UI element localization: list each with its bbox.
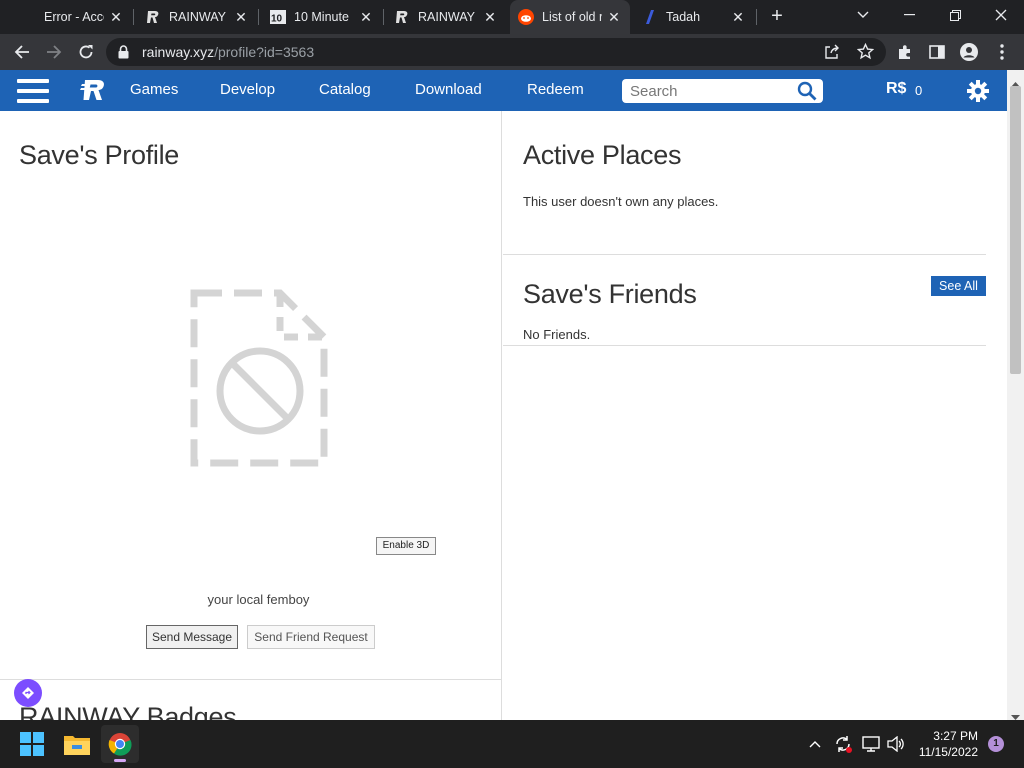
tab-separator [258, 9, 259, 25]
url-path: /profile?id=3563 [214, 44, 315, 60]
tab-title: Error - Access denied [44, 10, 104, 24]
volume-icon[interactable] [885, 730, 907, 758]
file-explorer-icon[interactable] [63, 730, 91, 758]
send-message-button[interactable]: Send Message [146, 625, 238, 649]
browser-tab-strip: Error - Access denied ✕ RAINWAY - Profil… [0, 0, 1024, 34]
system-clock[interactable]: 3:27 PM 11/15/2022 [912, 728, 978, 760]
share-icon[interactable] [824, 44, 840, 65]
clock-date: 11/15/2022 [918, 745, 978, 759]
tab-separator [133, 9, 134, 25]
notification-badge[interactable]: 1 [988, 736, 1004, 752]
tadah-logo-icon [642, 9, 658, 25]
browser-tab[interactable]: RAINWAY - Profile ✕ [145, 0, 257, 34]
windows-start-icon[interactable] [18, 730, 46, 758]
minimize-icon[interactable] [886, 0, 932, 30]
browser-tab[interactable]: Error - Access denied ✕ [20, 0, 132, 34]
nav-link-catalog[interactable]: Catalog [319, 81, 371, 98]
floating-assistant-icon[interactable] [14, 679, 42, 707]
tab-separator [383, 9, 384, 25]
tab-title: List of old roblox [542, 10, 602, 24]
active-places-title: Active Places [523, 140, 682, 170]
network-icon[interactable] [860, 730, 882, 758]
browser-tab[interactable]: Tadah ✕ [642, 0, 754, 34]
places-empty-text: This user doesn't own any places. [523, 194, 719, 209]
profile-column: Save's Profile Enable 3D your local femb… [0, 111, 502, 720]
hamburger-menu-icon[interactable] [17, 79, 49, 103]
section-divider [503, 345, 986, 346]
scrollbar-thumb[interactable] [1010, 86, 1021, 374]
profile-title: Save's Profile [19, 140, 180, 170]
sync-status-icon[interactable] [832, 730, 854, 758]
profile-avatar-icon[interactable] [957, 40, 981, 64]
bookmark-star-icon[interactable] [856, 42, 875, 65]
avatar-unavailable-icon [190, 289, 330, 467]
rainway-logo-icon [145, 9, 161, 25]
nav-link-download[interactable]: Download [415, 81, 482, 98]
friends-title: Save's Friends [523, 279, 697, 309]
close-tab-icon[interactable]: ✕ [233, 9, 249, 25]
close-tab-icon[interactable]: ✕ [358, 9, 374, 25]
close-tab-icon[interactable]: ✕ [482, 9, 498, 25]
address-bar[interactable]: rainway.xyz/profile?id=3563 [106, 38, 886, 66]
reload-icon[interactable] [74, 40, 98, 64]
nav-link-redeem[interactable]: Redeem [527, 81, 584, 98]
search-input[interactable] [630, 81, 790, 101]
svg-text:10: 10 [271, 14, 283, 25]
robux-currency-icon[interactable]: R$ [886, 80, 906, 98]
reddit-logo-icon [518, 9, 534, 25]
extensions-icon[interactable] [893, 40, 917, 64]
browser-tab[interactable]: RAINWAY - Home ✕ [394, 0, 506, 34]
gear-icon[interactable] [966, 79, 990, 103]
tab-separator [756, 9, 757, 25]
forward-icon[interactable] [42, 40, 66, 64]
restore-icon[interactable] [932, 0, 978, 30]
section-divider [503, 254, 986, 255]
blank-favicon-icon [20, 9, 36, 25]
close-tab-icon[interactable]: ✕ [108, 9, 124, 25]
sidebar-column: Active Places This user doesn't own any … [503, 111, 1007, 720]
browser-tab[interactable]: 10 10 Minute Mail ✕ [270, 0, 382, 34]
search-box [622, 79, 823, 103]
browser-toolbar: rainway.xyz/profile?id=3563 [0, 34, 1024, 70]
site-navbar: Games Develop Catalog Download Redeem R$… [0, 70, 1007, 111]
page-content: Save's Profile Enable 3D your local femb… [0, 111, 1007, 720]
nav-link-develop[interactable]: Develop [220, 81, 275, 98]
send-friend-request-button[interactable]: Send Friend Request [247, 625, 375, 649]
url-text: rainway.xyz/profile?id=3563 [142, 44, 314, 60]
back-icon[interactable] [10, 40, 34, 64]
close-tab-icon[interactable]: ✕ [730, 9, 746, 25]
side-panel-icon[interactable] [925, 40, 949, 64]
enable-3d-button[interactable]: Enable 3D [376, 537, 436, 555]
new-tab-icon[interactable]: + [767, 6, 787, 27]
windows-taskbar: 3:27 PM 11/15/2022 1 [0, 720, 1024, 768]
url-host: rainway.xyz [142, 44, 215, 60]
close-window-icon[interactable] [978, 0, 1024, 30]
nav-link-games[interactable]: Games [130, 81, 178, 98]
ten-minute-mail-icon: 10 [270, 9, 286, 25]
browser-tab-active[interactable]: List of old roblox ✕ [510, 0, 630, 34]
tab-title: 10 Minute Mail [294, 10, 350, 24]
page-scrollbar[interactable] [1007, 70, 1024, 720]
rainway-logo-icon [394, 9, 410, 25]
section-divider [0, 679, 502, 680]
close-tab-icon[interactable]: ✕ [606, 9, 622, 25]
show-hidden-icons-chevron-icon[interactable] [807, 730, 823, 758]
clock-time: 3:27 PM [933, 729, 978, 743]
profile-blurb: your local femboy [207, 592, 310, 607]
search-icon[interactable] [797, 81, 817, 101]
tab-title: Tadah [666, 10, 701, 24]
tab-title: RAINWAY - Home [418, 10, 478, 24]
friends-empty-text: No Friends. [523, 327, 591, 342]
chrome-menu-icon[interactable] [990, 40, 1014, 64]
lock-icon[interactable] [118, 45, 129, 64]
badges-title: RAINWAY Badges [19, 702, 237, 720]
chrome-taskbar-icon[interactable] [101, 725, 139, 763]
tab-search-chevron-icon[interactable] [840, 0, 886, 30]
rainway-logo-icon[interactable] [80, 78, 106, 102]
see-all-friends-button[interactable]: See All [931, 276, 986, 296]
robux-balance[interactable]: 0 [915, 83, 922, 98]
tab-title: RAINWAY - Profile [169, 10, 229, 24]
